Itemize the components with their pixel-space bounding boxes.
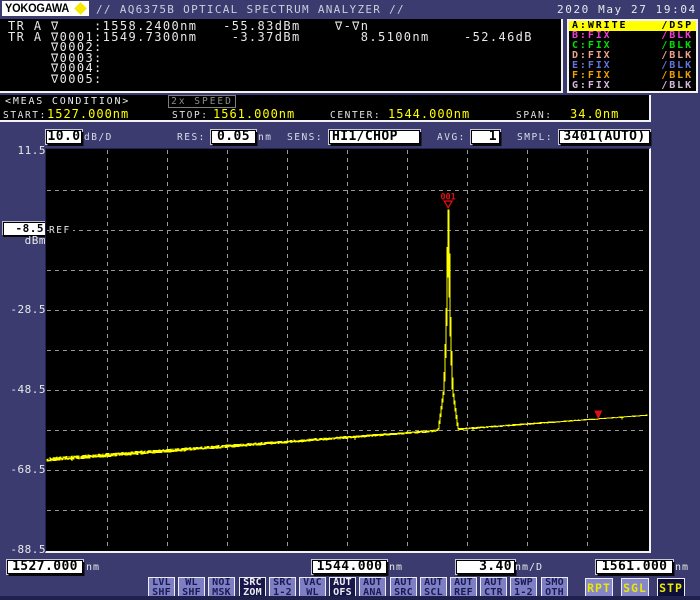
sens-label: SENS: <box>287 132 323 143</box>
sweep-key-sgl[interactable]: SGL <box>621 578 649 598</box>
trace-row-g[interactable]: G:FIX /BLK <box>569 81 696 91</box>
y-axis-label: -28.5 <box>4 304 46 315</box>
osa-screen: YOKOGAWA // AQ6375B OPTICAL SPECTRUM ANA… <box>0 0 700 600</box>
softkey-noi-msk[interactable]: NOIMSK <box>208 577 235 598</box>
sweep-key-stp[interactable]: STP <box>657 578 685 598</box>
softkey-aut-ref[interactable]: AUTREF <box>450 577 477 598</box>
softkey-src-1-2[interactable]: SRC1-2 <box>269 577 296 598</box>
datetime-display: 2020 May 27 19:04 <box>557 3 697 16</box>
y-axis-label: -68.5 <box>4 464 46 475</box>
x-center-unit: nm <box>389 562 403 573</box>
sens-value-box[interactable]: HI1/CHOP <box>329 130 420 144</box>
x-start-box[interactable]: 1527.000 <box>7 560 83 574</box>
meas-condition-panel: <MEAS CONDITION> 2x SPEED START: 1527.00… <box>0 95 651 122</box>
ref-line-label: REF <box>49 225 73 237</box>
smpl-value-box[interactable]: 3401(AUTO) <box>559 130 650 144</box>
res-unit: nm <box>258 132 272 143</box>
x-stop-box[interactable]: 1561.000 <box>596 560 673 574</box>
softkey-aut-src[interactable]: AUTSRC <box>390 577 417 598</box>
smpl-label: SMPL: <box>517 132 553 143</box>
x-center-box[interactable]: 1544.000 <box>312 560 387 574</box>
x-start-unit: nm <box>86 562 100 573</box>
res-label: RES: <box>177 132 206 143</box>
x-stop-unit: nm <box>675 562 689 573</box>
page-title: // AQ6375B OPTICAL SPECTRUM ANALYZER // <box>96 3 405 16</box>
spectrum-chart: 001 <box>46 149 648 551</box>
start-label: START: <box>3 110 47 121</box>
trace-legend-panel: A:WRITE /DSP B:FIX /BLK C:FIX /BLK D:FIX… <box>567 19 698 93</box>
y-axis-label: -48.5 <box>4 384 46 395</box>
marker-row: ∇0005: <box>8 74 103 84</box>
bottom-strip <box>0 596 700 600</box>
avg-label: AVG: <box>437 132 466 143</box>
y-axis-label-top: 11.5 <box>4 145 46 156</box>
y-axis-label: -88.5 <box>4 544 46 555</box>
softkey-aut-ctr[interactable]: AUTCTR <box>480 577 507 598</box>
y-axis-unit: dBm <box>4 235 46 246</box>
peak-marker-label: 001 <box>440 192 455 202</box>
center-label: CENTER: <box>330 110 381 121</box>
x-per-div-box[interactable]: 3.40 <box>456 560 515 574</box>
level-scale-unit: dB/D <box>84 132 113 143</box>
x-per-div-unit: nm/D <box>515 562 543 573</box>
sweep-key-rpt[interactable]: RPT <box>585 578 613 598</box>
trace-mode: /BLK <box>661 81 693 91</box>
level-scale-box[interactable]: 10.0 <box>46 130 82 144</box>
softkey-swp-1-2[interactable]: SWP1-2 <box>510 577 537 598</box>
center-value[interactable]: 1544.000nm <box>388 107 470 121</box>
spectrum-plot-area[interactable]: 001 REF <box>45 148 651 553</box>
softkey-aut-ofs[interactable]: AUTOFS <box>329 577 356 598</box>
softkey-wl-shf[interactable]: WLSHF <box>178 577 205 598</box>
stop-value[interactable]: 1561.000nm <box>213 107 295 121</box>
avg-value-box[interactable]: 1 <box>471 130 500 144</box>
start-value[interactable]: 1527.000nm <box>47 107 129 121</box>
trace-name: G:FIX <box>572 81 612 91</box>
softkey-lvl-shf[interactable]: LVLSHF <box>148 577 175 598</box>
marker-readout-panel: TR A ∇ :1558.2400nm -55.83dBm ∇-∇n TR A … <box>0 19 563 93</box>
softkey-aut-scl[interactable]: AUTSCL <box>420 577 447 598</box>
yokogawa-logo-text: YOKOGAWA <box>5 3 69 15</box>
meas-condition-title: <MEAS CONDITION> <box>5 96 130 107</box>
span-value[interactable]: 34.0nm <box>570 107 619 121</box>
res-value-box[interactable]: 0.05 <box>211 130 256 144</box>
softkey-aut-ana[interactable]: AUTANA <box>359 577 386 598</box>
stop-label: STOP: <box>172 110 209 121</box>
span-label: SPAN: <box>516 110 553 121</box>
softkey-src-zom[interactable]: SRCZOM <box>239 577 266 598</box>
softkey-vac-wl[interactable]: VACWL <box>299 577 326 598</box>
softkey-smo-oth[interactable]: SMOOTH <box>541 577 568 598</box>
